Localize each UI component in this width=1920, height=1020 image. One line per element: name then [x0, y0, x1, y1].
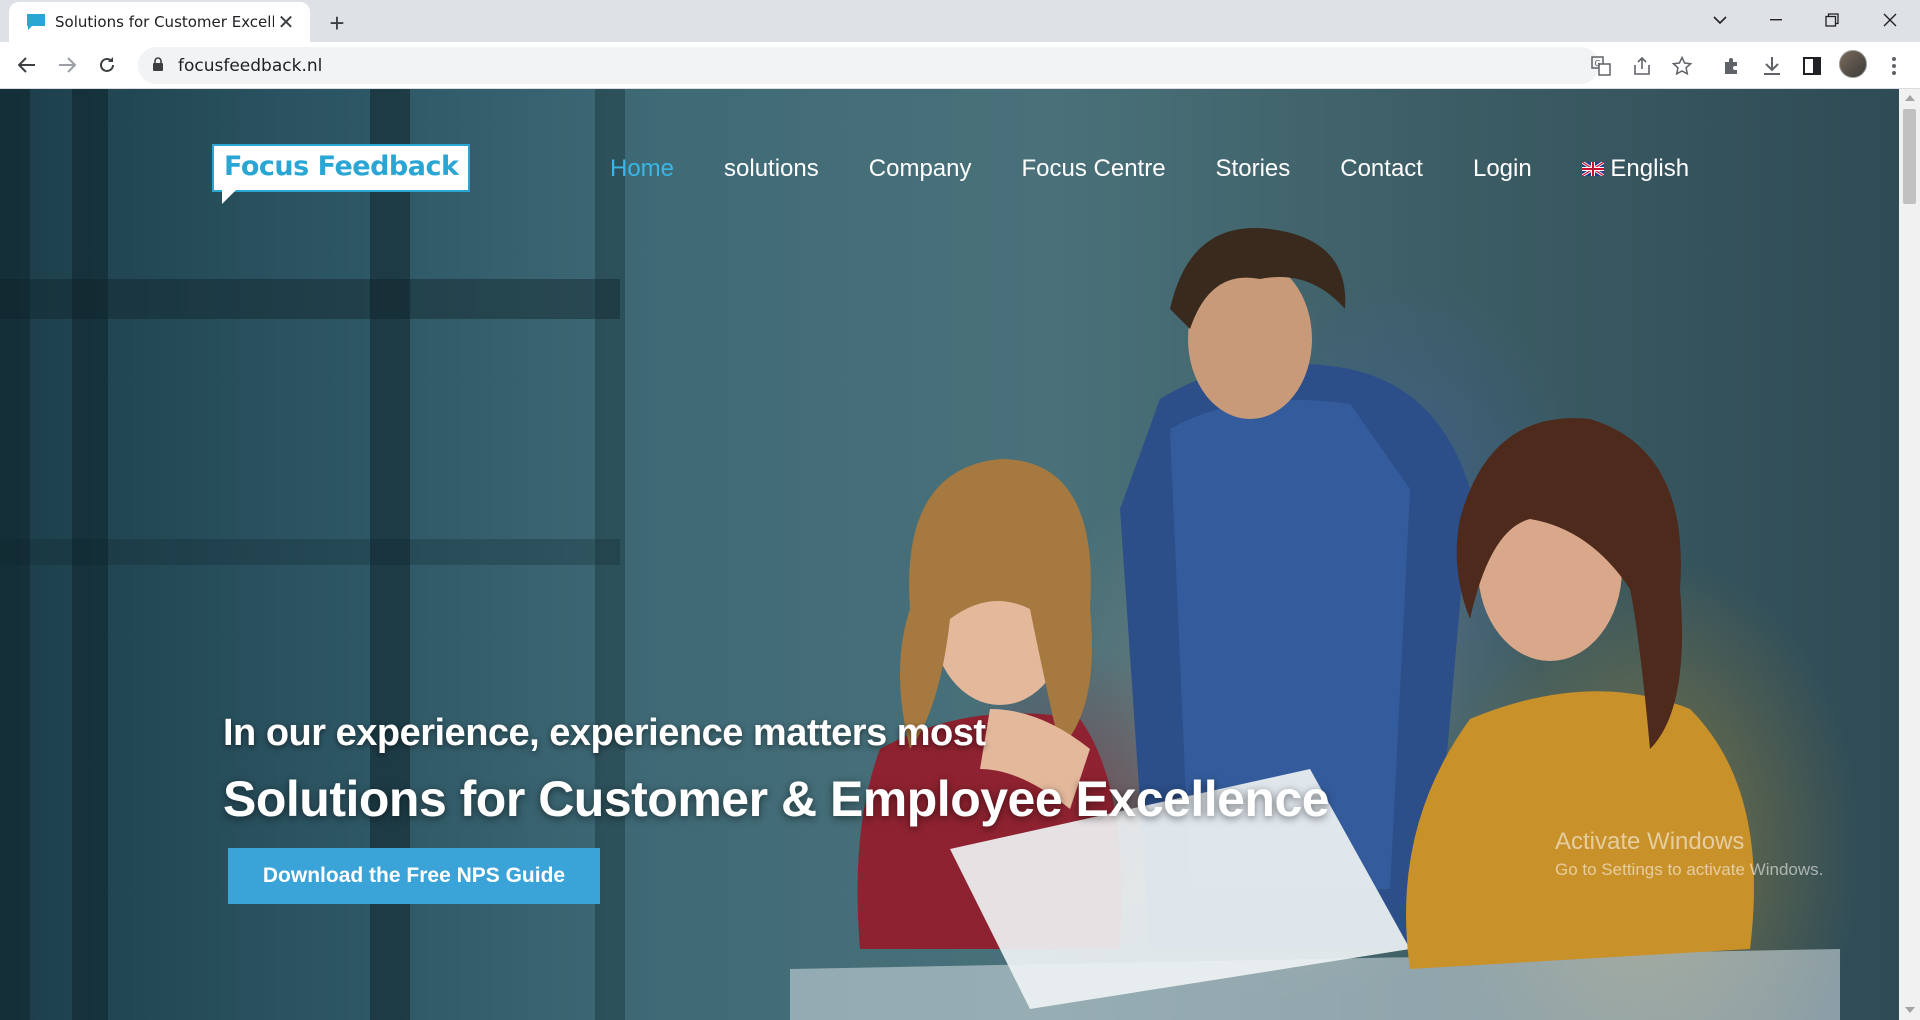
page-viewport: Focus Feedback Home solutions Company Fo… [0, 89, 1899, 1020]
browser-toolbar: focusfeedback.nl G [0, 42, 1920, 89]
restore-button[interactable] [1804, 0, 1860, 40]
hero-subtitle: In our experience, experience matters mo… [223, 712, 986, 754]
more-menu-icon[interactable] [1880, 52, 1908, 80]
share-icon[interactable] [1629, 53, 1655, 79]
scroll-up-arrow-icon[interactable] [1905, 95, 1915, 101]
nav-stories[interactable]: Stories [1216, 155, 1291, 183]
chat-bubble-icon [25, 11, 47, 33]
close-icon[interactable]: ✕ [274, 10, 298, 34]
address-bar[interactable]: focusfeedback.nl G [138, 47, 1692, 84]
page-scrollbar[interactable] [1899, 89, 1920, 1020]
window-frame [0, 279, 620, 319]
nav-contact[interactable]: Contact [1340, 155, 1423, 183]
scroll-thumb[interactable] [1903, 109, 1916, 204]
new-tab-button[interactable]: + [322, 8, 352, 38]
forward-arrow-icon[interactable] [50, 48, 84, 82]
extensions-puzzle-icon[interactable] [1718, 52, 1746, 80]
nav-login[interactable]: Login [1473, 155, 1532, 183]
translate-icon[interactable]: G [1588, 53, 1614, 79]
logo-speech-tail [222, 190, 236, 204]
uk-flag-icon [1580, 160, 1605, 178]
tab-search-icon[interactable] [1692, 0, 1748, 40]
profile-avatar[interactable] [1839, 50, 1867, 78]
close-window-button[interactable] [1862, 0, 1918, 40]
hero-photo [790, 228, 1840, 1020]
browser-tab[interactable]: Solutions for Customer Excellence ✕ [9, 2, 310, 42]
back-arrow-icon[interactable] [10, 48, 44, 82]
logo-text: Focus Feedback [224, 151, 459, 182]
lock-icon [152, 57, 164, 77]
svg-text:G: G [1595, 59, 1601, 68]
minimize-button[interactable] [1748, 0, 1804, 40]
url-text: focusfeedback.nl [178, 56, 323, 76]
nav-solutions[interactable]: solutions [724, 155, 819, 183]
reload-icon[interactable] [90, 48, 124, 82]
tab-strip: Solutions for Customer Excellence ✕ + [0, 0, 1920, 42]
main-nav: Home solutions Company Focus Centre Stor… [610, 155, 1739, 183]
windows-activation-watermark: Activate Windows Go to Settings to activ… [1555, 828, 1823, 880]
side-panel-icon[interactable] [1798, 52, 1826, 80]
download-nps-guide-button[interactable]: Download the Free NPS Guide [228, 848, 600, 904]
language-selector[interactable]: English [1580, 155, 1690, 183]
site-logo[interactable]: Focus Feedback [212, 144, 471, 204]
watermark-line2: Go to Settings to activate Windows. [1555, 860, 1824, 879]
language-label: English [1610, 155, 1690, 182]
nav-home[interactable]: Home [610, 155, 674, 183]
nav-company[interactable]: Company [869, 155, 972, 183]
window-frame [0, 539, 620, 565]
nav-focus-centre[interactable]: Focus Centre [1021, 155, 1165, 183]
bookmark-star-icon[interactable] [1669, 53, 1695, 79]
hero-title: Solutions for Customer & Employee Excell… [223, 771, 1330, 827]
watermark-line1: Activate Windows [1555, 828, 1745, 855]
scroll-down-arrow-icon[interactable] [1905, 1007, 1915, 1013]
tab-title: Solutions for Customer Excellence [55, 13, 274, 31]
download-icon[interactable] [1758, 52, 1786, 80]
